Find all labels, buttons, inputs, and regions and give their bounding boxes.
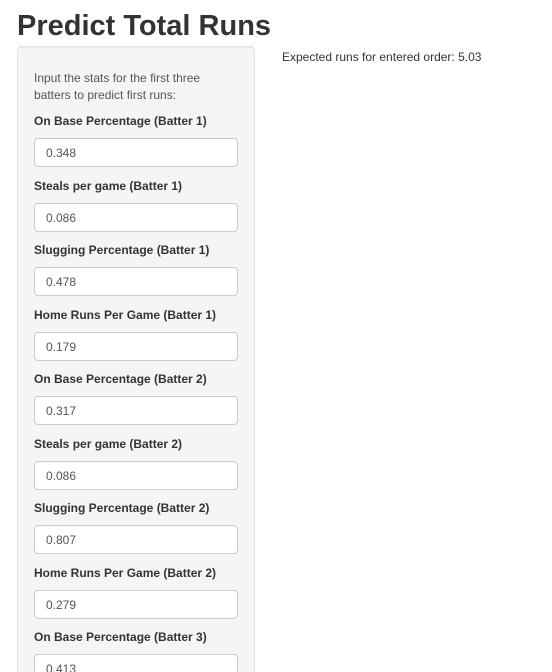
field-label: On Base Percentage (Batter 1) [34,114,207,128]
home-runs-batter-2-input[interactable] [34,590,238,619]
field-label: On Base Percentage (Batter 2) [34,372,207,386]
field-slugging-batter-1: Slugging Percentage (Batter 1) [34,243,239,296]
obp-batter-2-input[interactable] [34,396,238,425]
steals-batter-2-input[interactable] [34,461,238,490]
field-obp-batter-2: On Base Percentage (Batter 2) [34,372,239,425]
field-slugging-batter-2: Slugging Percentage (Batter 2) [34,501,239,554]
field-label: Home Runs Per Game (Batter 2) [34,566,217,580]
slugging-batter-1-input[interactable] [34,267,238,296]
field-steals-batter-2: Steals per game (Batter 2) [34,437,239,490]
field-obp-batter-1: On Base Percentage (Batter 1) [34,114,239,167]
steals-batter-1-input[interactable] [34,203,238,232]
input-sidebar-panel: Input the stats for the first three batt… [17,46,255,672]
sidebar-instructions: Input the stats for the first three batt… [34,71,201,102]
field-label: Slugging Percentage (Batter 2) [34,501,210,515]
field-label: Home Runs Per Game (Batter 1) [34,308,217,322]
field-label: On Base Percentage (Batter 3) [34,630,207,644]
slugging-batter-2-input[interactable] [34,525,238,554]
obp-batter-1-input[interactable] [34,138,238,167]
field-label: Steals per game (Batter 1) [34,179,183,193]
expected-runs-output: Expected runs for entered order: 5.03 [282,50,482,64]
field-steals-batter-1: Steals per game (Batter 1) [34,179,239,232]
obp-batter-3-input[interactable] [34,654,238,672]
page-title: Predict Total Runs [17,10,272,42]
app-page: Predict Total Runs Input the stats for t… [0,0,552,672]
home-runs-batter-1-input[interactable] [34,332,238,361]
field-home-runs-batter-1: Home Runs Per Game (Batter 1) [34,308,239,361]
field-obp-batter-3: On Base Percentage (Batter 3) [34,630,239,672]
field-label: Steals per game (Batter 2) [34,437,183,451]
field-home-runs-batter-2: Home Runs Per Game (Batter 2) [34,566,239,619]
field-label: Slugging Percentage (Batter 1) [34,243,210,257]
